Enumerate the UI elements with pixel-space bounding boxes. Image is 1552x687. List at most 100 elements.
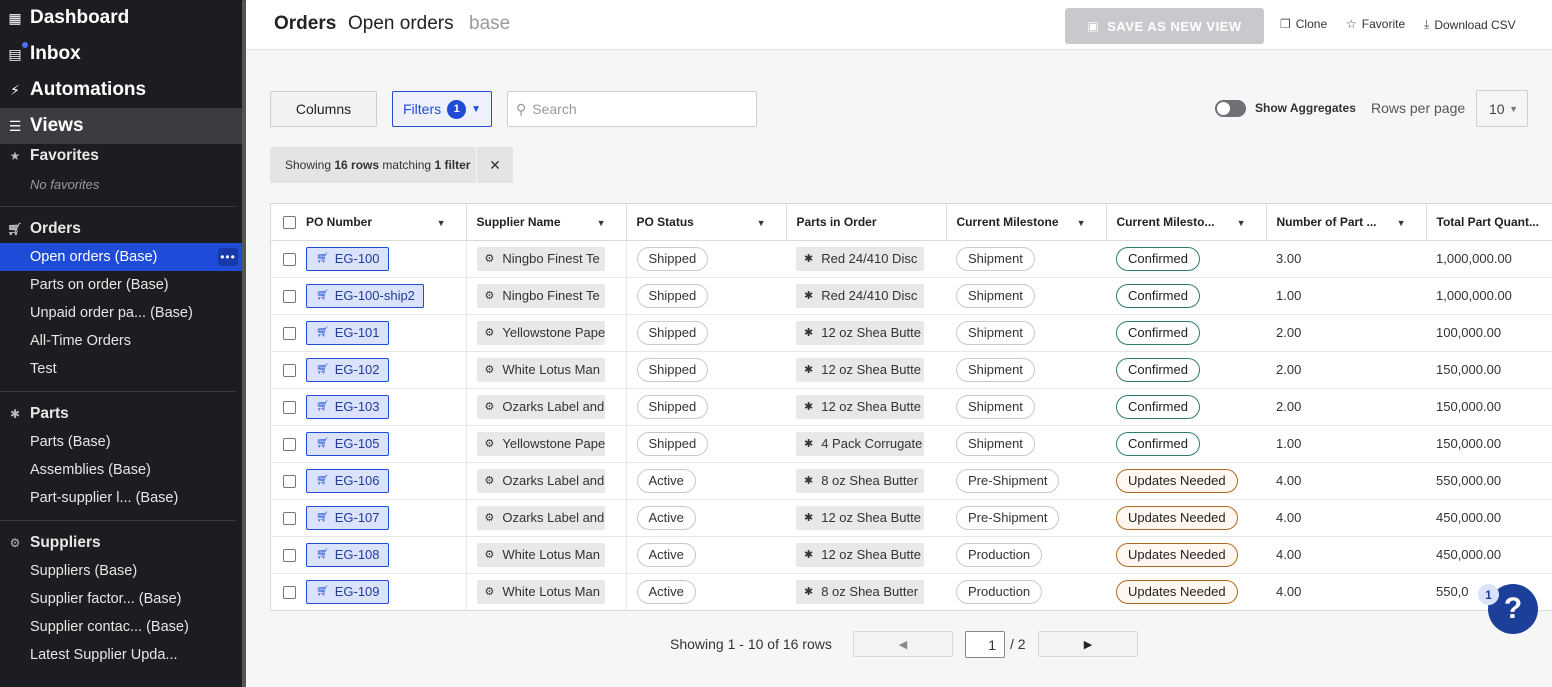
supplier-link[interactable]: ⚙ Yellowstone Pape [476,320,605,345]
po-number-link[interactable]: 🛒︎ EG-108 [306,542,389,567]
clone-button[interactable]: ❐ Clone [1280,17,1327,31]
select-all-checkbox[interactable] [283,215,296,229]
sidebar-item-supplier-contact[interactable]: Supplier contac... (Base) [0,613,246,641]
sort-caret-icon[interactable]: ▼ [1237,218,1246,228]
column-header-supplier-name[interactable]: Supplier Name ▼ [466,204,627,241]
column-header-total-quantity[interactable]: Total Part Quant... [1426,204,1552,241]
sidebar-item-unpaid-order[interactable]: Unpaid order pa... (Base) [0,299,246,327]
table-row[interactable]: 🛒︎ EG-101 ⚙ Yellowstone Pape Shipped ✱ 12 oz S… [271,314,1552,352]
show-aggregates-toggle[interactable] [1215,100,1246,117]
sidebar-item-parts-on-order[interactable]: Parts on order (Base) [0,271,246,299]
supplier-link[interactable]: ⚙ Ningbo Finest Te [476,246,605,271]
supplier-link[interactable]: ⚙ White Lotus Man [476,579,605,604]
table-row[interactable]: 🛒︎ EG-100-ship2 ⚙ Ningbo Finest Te Shipped ✱ R… [271,277,1552,315]
table-row[interactable]: 🛒︎ EG-107 ⚙ Ozarks Label and Active ✱ 12 oz Sh… [271,499,1552,537]
part-link[interactable]: ✱ 12 oz Shea Butte [796,505,924,530]
sort-caret-icon[interactable]: ▼ [597,218,606,228]
row-checkbox[interactable] [283,401,296,415]
sidebar-item-all-time-orders[interactable]: All-Time Orders [0,327,246,355]
sidebar-item-parts[interactable]: Parts (Base) [0,428,246,456]
table-row[interactable]: 🛒︎ EG-109 ⚙ White Lotus Man Active ✱ 8 oz Shea… [271,573,1552,610]
supplier-link[interactable]: ⚙ Ozarks Label and [476,468,605,493]
po-number-link[interactable]: 🛒︎ EG-107 [306,505,389,530]
nav-automations[interactable]: ⚡︎ Automations [0,72,246,108]
part-link[interactable]: ✱ 12 oz Shea Butte [796,357,924,382]
previous-page-button[interactable]: ◀ [853,631,953,657]
part-link[interactable]: ✱ 8 oz Shea Butter [796,579,924,604]
table-row[interactable]: 🛒︎ EG-106 ⚙ Ozarks Label and Active ✱ 8 oz She… [271,462,1552,500]
po-number-link[interactable]: 🛒︎ EG-100 [306,246,389,271]
po-number-link[interactable]: 🛒︎ EG-105 [306,431,389,456]
sidebar-item-suppliers[interactable]: Suppliers (Base) [0,557,246,585]
column-header-parts-in-order[interactable]: Parts in Order [786,204,947,241]
column-header-current-milestone[interactable]: Current Milestone ▼ [946,204,1107,241]
supplier-link[interactable]: ⚙ Ozarks Label and [476,505,605,530]
po-number-link[interactable]: 🛒︎ EG-101 [306,320,389,345]
nav-inbox[interactable]: ▤ Inbox [0,36,246,72]
row-checkbox[interactable] [283,364,296,378]
sidebar-item-test[interactable]: Test [0,355,246,383]
po-number-link[interactable]: 🛒︎ EG-106 [306,468,389,493]
clear-filter-button[interactable]: ✕ [476,147,513,183]
supplier-link[interactable]: ⚙ White Lotus Man [476,357,605,382]
sidebar-item-part-supplier[interactable]: Part-supplier l... (Base) [0,484,246,512]
part-link[interactable]: ✱ 4 Pack Corrugate [796,431,924,456]
sidebar-item-assemblies[interactable]: Assemblies (Base) [0,456,246,484]
table-row[interactable]: 🛒︎ EG-108 ⚙ White Lotus Man Active ✱ 12 oz She… [271,536,1552,574]
supplier-link[interactable]: ⚙ Yellowstone Pape [476,431,605,456]
section-suppliers[interactable]: ⚙ Suppliers [0,529,246,557]
part-link[interactable]: ✱ 12 oz Shea Butte [796,320,924,345]
row-checkbox[interactable] [283,475,296,489]
row-checkbox[interactable] [283,438,296,452]
favorite-button[interactable]: ☆ Favorite [1346,17,1405,31]
save-as-new-view-button[interactable]: ▣ SAVE AS NEW VIEW [1065,8,1264,44]
part-link[interactable]: ✱ Red 24/410 Disc [796,246,924,271]
sort-caret-icon[interactable]: ▼ [1077,218,1086,228]
section-orders[interactable]: 🛒︎ Orders [0,215,246,243]
rows-per-page-select[interactable]: 10 ▼ [1476,90,1528,127]
nav-views[interactable]: ☰ Views [0,108,246,144]
row-checkbox[interactable] [283,549,296,563]
row-checkbox[interactable] [283,290,296,304]
column-header-milestone-status[interactable]: Current Milesto... ▼ [1106,204,1267,241]
row-checkbox[interactable] [283,512,296,526]
table-row[interactable]: 🛒︎ EG-102 ⚙ White Lotus Man Shipped ✱ 12 oz Sh… [271,351,1552,389]
part-link[interactable]: ✱ 12 oz Shea Butte [796,394,924,419]
nav-dashboard[interactable]: ▦ Dashboard [0,0,246,36]
column-header-po-status[interactable]: PO Status ▼ [626,204,787,241]
supplier-link[interactable]: ⚙ Ningbo Finest Te [476,283,605,308]
part-link[interactable]: ✱ 8 oz Shea Butter [796,468,924,493]
columns-button[interactable]: Columns [270,91,377,127]
page-number-input[interactable]: 1 [965,631,1005,658]
po-number-link[interactable]: 🛒︎ EG-102 [306,357,389,382]
more-options-button[interactable]: ••• [218,248,238,266]
sort-caret-icon[interactable]: ▼ [437,218,446,228]
search-input[interactable] [532,101,733,117]
breadcrumb-section[interactable]: Orders [274,13,336,35]
column-header-number-of-parts[interactable]: Number of Part ... ▼ [1266,204,1427,241]
row-checkbox[interactable] [283,327,296,341]
part-link[interactable]: ✱ 12 oz Shea Butte [796,542,924,567]
po-number-link[interactable]: 🛒︎ EG-109 [306,579,389,604]
supplier-link[interactable]: ⚙ Ozarks Label and [476,394,605,419]
table-row[interactable]: 🛒︎ EG-105 ⚙ Yellowstone Pape Shipped ✱ 4 Pack … [271,425,1552,463]
search-field[interactable]: ⚲ [507,91,757,127]
sidebar-item-open-orders[interactable]: Open orders (Base) ••• [0,243,246,271]
next-page-button[interactable]: ▶ [1038,631,1138,657]
part-link[interactable]: ✱ Red 24/410 Disc [796,283,924,308]
po-number-link[interactable]: 🛒︎ EG-103 [306,394,389,419]
table-row[interactable]: 🛒︎ EG-100 ⚙ Ningbo Finest Te Shipped ✱ Red 24/… [271,240,1552,278]
row-checkbox[interactable] [283,586,296,600]
section-parts[interactable]: ✱ Parts [0,400,246,428]
supplier-link[interactable]: ⚙ White Lotus Man [476,542,605,567]
sidebar-item-latest-supplier[interactable]: Latest Supplier Upda... [0,641,246,669]
filters-button[interactable]: Filters 1 ▼ [392,91,492,127]
section-favorites[interactable]: ★ Favorites [0,142,246,170]
download-csv-button[interactable]: ⤓ Download CSV [1424,17,1516,32]
column-header-po-number[interactable]: PO Number ▼ [296,204,467,241]
sort-caret-icon[interactable]: ▼ [757,218,766,228]
table-row[interactable]: 🛒︎ EG-103 ⚙ Ozarks Label and Shipped ✱ 12 oz S… [271,388,1552,426]
sort-caret-icon[interactable]: ▼ [1397,218,1406,228]
sidebar-item-supplier-factor[interactable]: Supplier factor... (Base) [0,585,246,613]
po-number-link[interactable]: 🛒︎ EG-100-ship2 [306,283,424,308]
